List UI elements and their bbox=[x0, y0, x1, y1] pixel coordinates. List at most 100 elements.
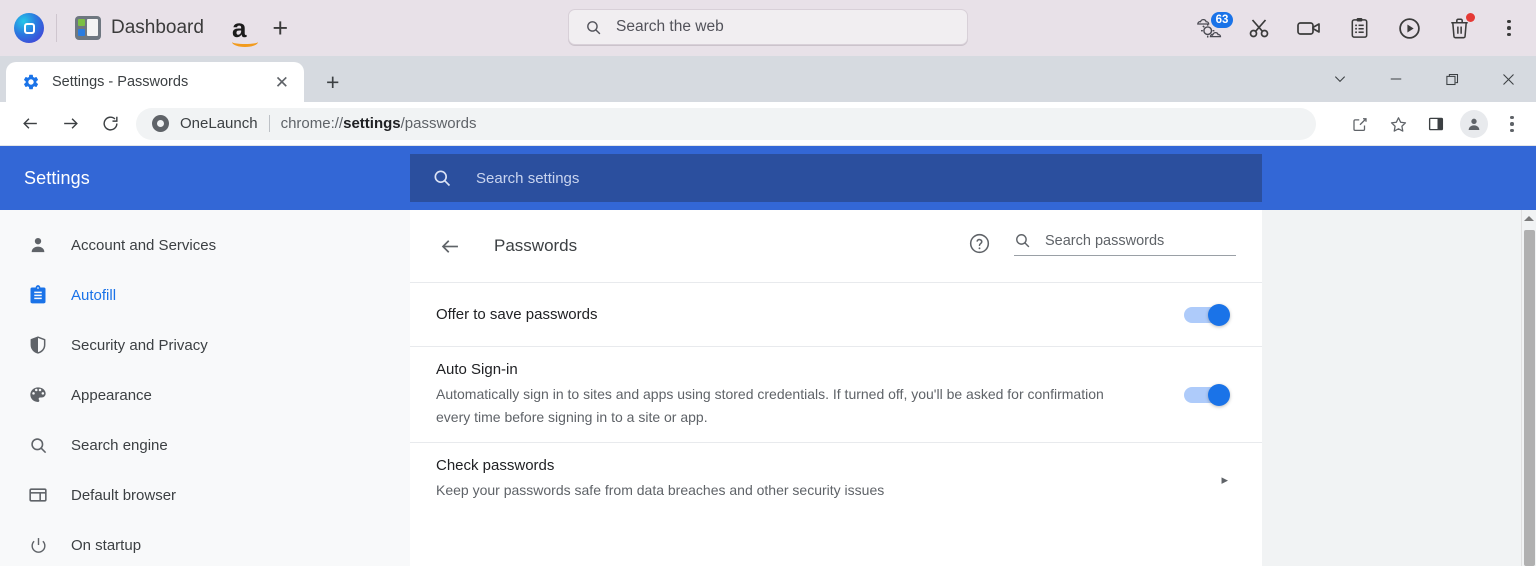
row-title: Check passwords bbox=[436, 457, 555, 475]
person-icon bbox=[27, 234, 49, 256]
side-panel-icon[interactable] bbox=[1420, 108, 1452, 140]
row-texts: Offer to save passwords bbox=[436, 292, 597, 337]
sidebar-item-security-and-privacy[interactable]: Security and Privacy bbox=[0, 320, 410, 370]
scissors-icon[interactable] bbox=[1244, 13, 1274, 43]
search-icon bbox=[27, 434, 49, 456]
tab-title: Settings - Passwords bbox=[52, 74, 189, 90]
sidebar-item-label: Autofill bbox=[71, 286, 117, 304]
sidebar-item-label: Security and Privacy bbox=[71, 336, 208, 354]
browser-toolbar: OneLaunch chrome://settings/passwords bbox=[0, 102, 1536, 146]
search-passwords-placeholder: Search passwords bbox=[1045, 232, 1165, 249]
scroll-up-arrow-icon[interactable] bbox=[1522, 210, 1536, 227]
page-title: Passwords bbox=[494, 236, 578, 255]
settings-search-placeholder: Search settings bbox=[476, 169, 580, 187]
settings-gear-icon bbox=[24, 74, 39, 90]
page-right-rail bbox=[1262, 210, 1536, 566]
sidebar-item-search-engine[interactable]: Search engine bbox=[0, 420, 410, 470]
omnibox-brand: OneLaunch bbox=[180, 115, 258, 132]
browser-tab-settings-passwords[interactable]: Settings - Passwords ✕ bbox=[6, 62, 304, 102]
passwords-panel: Passwords Search passwords Offer to save… bbox=[410, 210, 1262, 566]
power-icon bbox=[27, 534, 49, 556]
dock-app-label: Dashboard bbox=[111, 17, 204, 38]
settings-sidebar: Account and Services Autofill Security a… bbox=[0, 210, 410, 566]
chrome-site-icon bbox=[152, 115, 169, 132]
sidebar-item-on-startup[interactable]: On startup bbox=[0, 520, 410, 566]
share-icon[interactable] bbox=[1344, 108, 1376, 140]
scrollbar-thumb[interactable] bbox=[1524, 230, 1535, 566]
row-title: Offer to save passwords bbox=[436, 306, 598, 323]
onelaunch-dock: Dashboard a + Search the web 63 bbox=[0, 0, 1536, 56]
settings-search-input[interactable]: Search settings bbox=[410, 154, 1262, 202]
url-bold-part: settings bbox=[343, 115, 401, 132]
row-description: Automatically sign in to sites and apps … bbox=[436, 386, 1104, 425]
sidebar-item-label: Account and Services bbox=[71, 236, 217, 254]
avatar bbox=[1460, 110, 1488, 138]
setting-row-offer-to-save-passwords[interactable]: Offer to save passwords bbox=[410, 282, 1262, 346]
omnibox-url: chrome://settings/passwords bbox=[281, 115, 477, 132]
weather-icon[interactable]: 63 bbox=[1194, 11, 1234, 43]
autofill-clipboard-icon bbox=[27, 284, 49, 306]
sidebar-item-default-browser[interactable]: Default browser bbox=[0, 470, 410, 520]
chevron-right-icon[interactable]: ▸ bbox=[1221, 472, 1228, 488]
url-suffix: /passwords bbox=[400, 115, 477, 132]
restore-icon[interactable] bbox=[1424, 56, 1480, 102]
sidebar-item-label: Search engine bbox=[71, 436, 168, 454]
trash-notification-dot bbox=[1466, 13, 1475, 22]
search-icon bbox=[1016, 234, 1030, 248]
back-icon[interactable] bbox=[10, 104, 50, 144]
dock-search-input[interactable]: Search the web bbox=[568, 9, 968, 45]
settings-body: Account and Services Autofill Security a… bbox=[0, 210, 1536, 566]
address-bar[interactable]: OneLaunch chrome://settings/passwords bbox=[136, 107, 1316, 140]
new-tab-button[interactable]: + bbox=[326, 69, 339, 96]
help-circle-icon[interactable] bbox=[968, 232, 992, 256]
tab-close-icon[interactable]: ✕ bbox=[270, 72, 294, 93]
amazon-icon[interactable]: a bbox=[231, 15, 258, 48]
page-scrollbar[interactable] bbox=[1521, 210, 1536, 566]
row-texts: Check passwords Keep your passwords safe… bbox=[436, 443, 884, 516]
chrome-menu-icon[interactable] bbox=[1496, 108, 1528, 140]
browser-tab-strip: Settings - Passwords ✕ + bbox=[0, 56, 1536, 102]
clipboard-icon[interactable] bbox=[1344, 13, 1374, 43]
weather-badge: 63 bbox=[1210, 11, 1234, 29]
row-description: Keep your passwords safe from data breac… bbox=[436, 482, 885, 499]
window-controls bbox=[1312, 56, 1536, 102]
onelaunch-logo-icon[interactable] bbox=[14, 13, 44, 43]
setting-row-auto-sign-in[interactable]: Auto Sign-in Automatically sign in to si… bbox=[410, 346, 1262, 442]
dashboard-icon bbox=[75, 16, 101, 40]
dock-add-button[interactable]: + bbox=[272, 13, 288, 44]
window-close-icon[interactable] bbox=[1480, 56, 1536, 102]
dock-app-dashboard[interactable]: Dashboard bbox=[69, 14, 210, 42]
sidebar-item-label: Appearance bbox=[71, 386, 152, 404]
passwords-header: Passwords Search passwords bbox=[410, 210, 1262, 282]
video-camera-icon[interactable] bbox=[1294, 13, 1324, 43]
sidebar-item-label: On startup bbox=[71, 536, 142, 554]
tab-search-chevron-icon[interactable] bbox=[1312, 56, 1368, 102]
dock-divider bbox=[56, 14, 57, 42]
media-play-icon[interactable] bbox=[1394, 13, 1424, 43]
settings-page: Settings Search settings Account and Ser… bbox=[0, 146, 1536, 566]
url-prefix: chrome:// bbox=[280, 115, 344, 132]
palette-icon bbox=[27, 384, 49, 406]
sidebar-item-appearance[interactable]: Appearance bbox=[0, 370, 410, 420]
back-arrow-icon[interactable] bbox=[436, 232, 464, 260]
row-texts: Auto Sign-in Automatically sign in to si… bbox=[436, 347, 1126, 442]
profile-avatar-icon[interactable] bbox=[1458, 108, 1490, 140]
row-title: Auto Sign-in bbox=[436, 361, 518, 378]
settings-header: Settings Search settings bbox=[0, 146, 1536, 210]
dock-search-placeholder: Search the web bbox=[616, 18, 724, 35]
offer-to-save-passwords-toggle[interactable] bbox=[1184, 303, 1230, 326]
minimize-icon[interactable] bbox=[1368, 56, 1424, 102]
passwords-header-actions: Search passwords bbox=[968, 232, 1236, 256]
sidebar-item-account-and-services[interactable]: Account and Services bbox=[0, 220, 410, 270]
more-options-icon[interactable] bbox=[1494, 13, 1524, 43]
search-icon bbox=[434, 170, 451, 187]
trash-icon[interactable] bbox=[1444, 13, 1475, 43]
search-passwords-input[interactable]: Search passwords bbox=[1014, 232, 1236, 256]
sidebar-item-autofill[interactable]: Autofill bbox=[0, 270, 410, 320]
auto-sign-in-toggle[interactable] bbox=[1184, 383, 1230, 406]
bookmark-star-icon[interactable] bbox=[1382, 108, 1414, 140]
setting-row-check-passwords[interactable]: Check passwords Keep your passwords safe… bbox=[410, 442, 1262, 516]
reload-icon[interactable] bbox=[90, 104, 130, 144]
forward-icon[interactable] bbox=[50, 104, 90, 144]
search-icon bbox=[587, 20, 601, 34]
